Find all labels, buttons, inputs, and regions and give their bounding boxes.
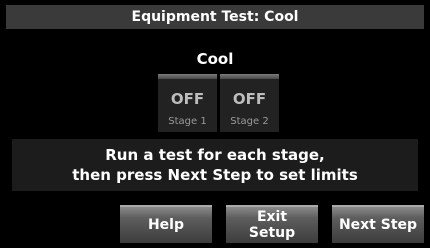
instruction-line-2: then press Next Step to set limits [72,166,358,184]
stage-1-toggle-button[interactable]: OFF Stage 1 [158,74,217,132]
stage-2-state: OFF [232,90,267,108]
instruction-line-1: Run a test for each stage, [105,146,325,164]
mode-label: Cool [196,50,234,68]
screen-title-bar: Equipment Test: Cool [6,5,424,29]
stage-2-toggle-button[interactable]: OFF Stage 2 [220,74,279,132]
exit-setup-label-line-1: Exit [256,209,288,225]
stage-1-state: OFF [170,90,205,108]
instruction-message: Run a test for each stage, then press Ne… [12,139,418,191]
stage-1-label: Stage 1 [168,116,207,127]
stage-1-top-strip [158,74,217,79]
stage-2-label: Stage 2 [230,116,269,127]
help-button[interactable]: Help [120,205,212,243]
next-step-button-label: Next Step [338,217,418,233]
screen-title: Equipment Test: Cool [131,9,299,25]
stage-2-top-strip [220,74,279,79]
exit-setup-label-line-2: Setup [248,225,296,241]
next-step-button[interactable]: Next Step [332,205,424,243]
help-button-label: Help [147,217,185,233]
exit-setup-button[interactable]: Exit Setup [226,205,318,243]
